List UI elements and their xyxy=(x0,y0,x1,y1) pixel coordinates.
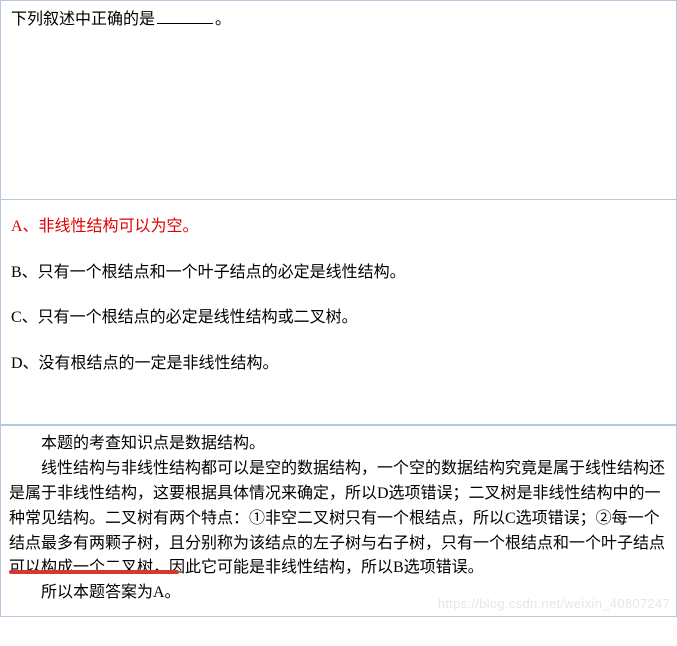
option-d: D、没有根结点的一定是非线性结构。 xyxy=(11,351,666,377)
option-b: B、只有一个根结点和一个叶子结点的必定是线性结构。 xyxy=(11,260,666,286)
explanation-panel: 本题的考查知识点是数据结构。 线性结构与非线性结构都可以是空的数据结构，一个空的… xyxy=(0,425,677,617)
option-a: A、非线性结构可以为空。 xyxy=(11,214,666,240)
option-c: C、只有一个根结点的必定是线性结构或二叉树。 xyxy=(11,305,666,331)
question-stem-suffix: 。 xyxy=(215,11,231,28)
options-panel: A、非线性结构可以为空。 B、只有一个根结点和一个叶子结点的必定是线性结构。 C… xyxy=(0,200,677,425)
red-underline-annotation xyxy=(9,570,179,574)
watermark-text: https://blog.csdn.net/weixin_40807247 xyxy=(438,594,670,614)
blank-underline xyxy=(157,8,213,24)
explanation-paragraph-2: 线性结构与非线性结构都可以是空的数据结构，一个空的数据结构究竟是属于线性结构还是… xyxy=(9,457,668,581)
question-panel: 下列叙述中正确的是 。 xyxy=(0,0,677,200)
explanation-paragraph-1: 本题的考查知识点是数据结构。 xyxy=(9,432,668,457)
question-stem-prefix: 下列叙述中正确的是 xyxy=(11,11,155,28)
